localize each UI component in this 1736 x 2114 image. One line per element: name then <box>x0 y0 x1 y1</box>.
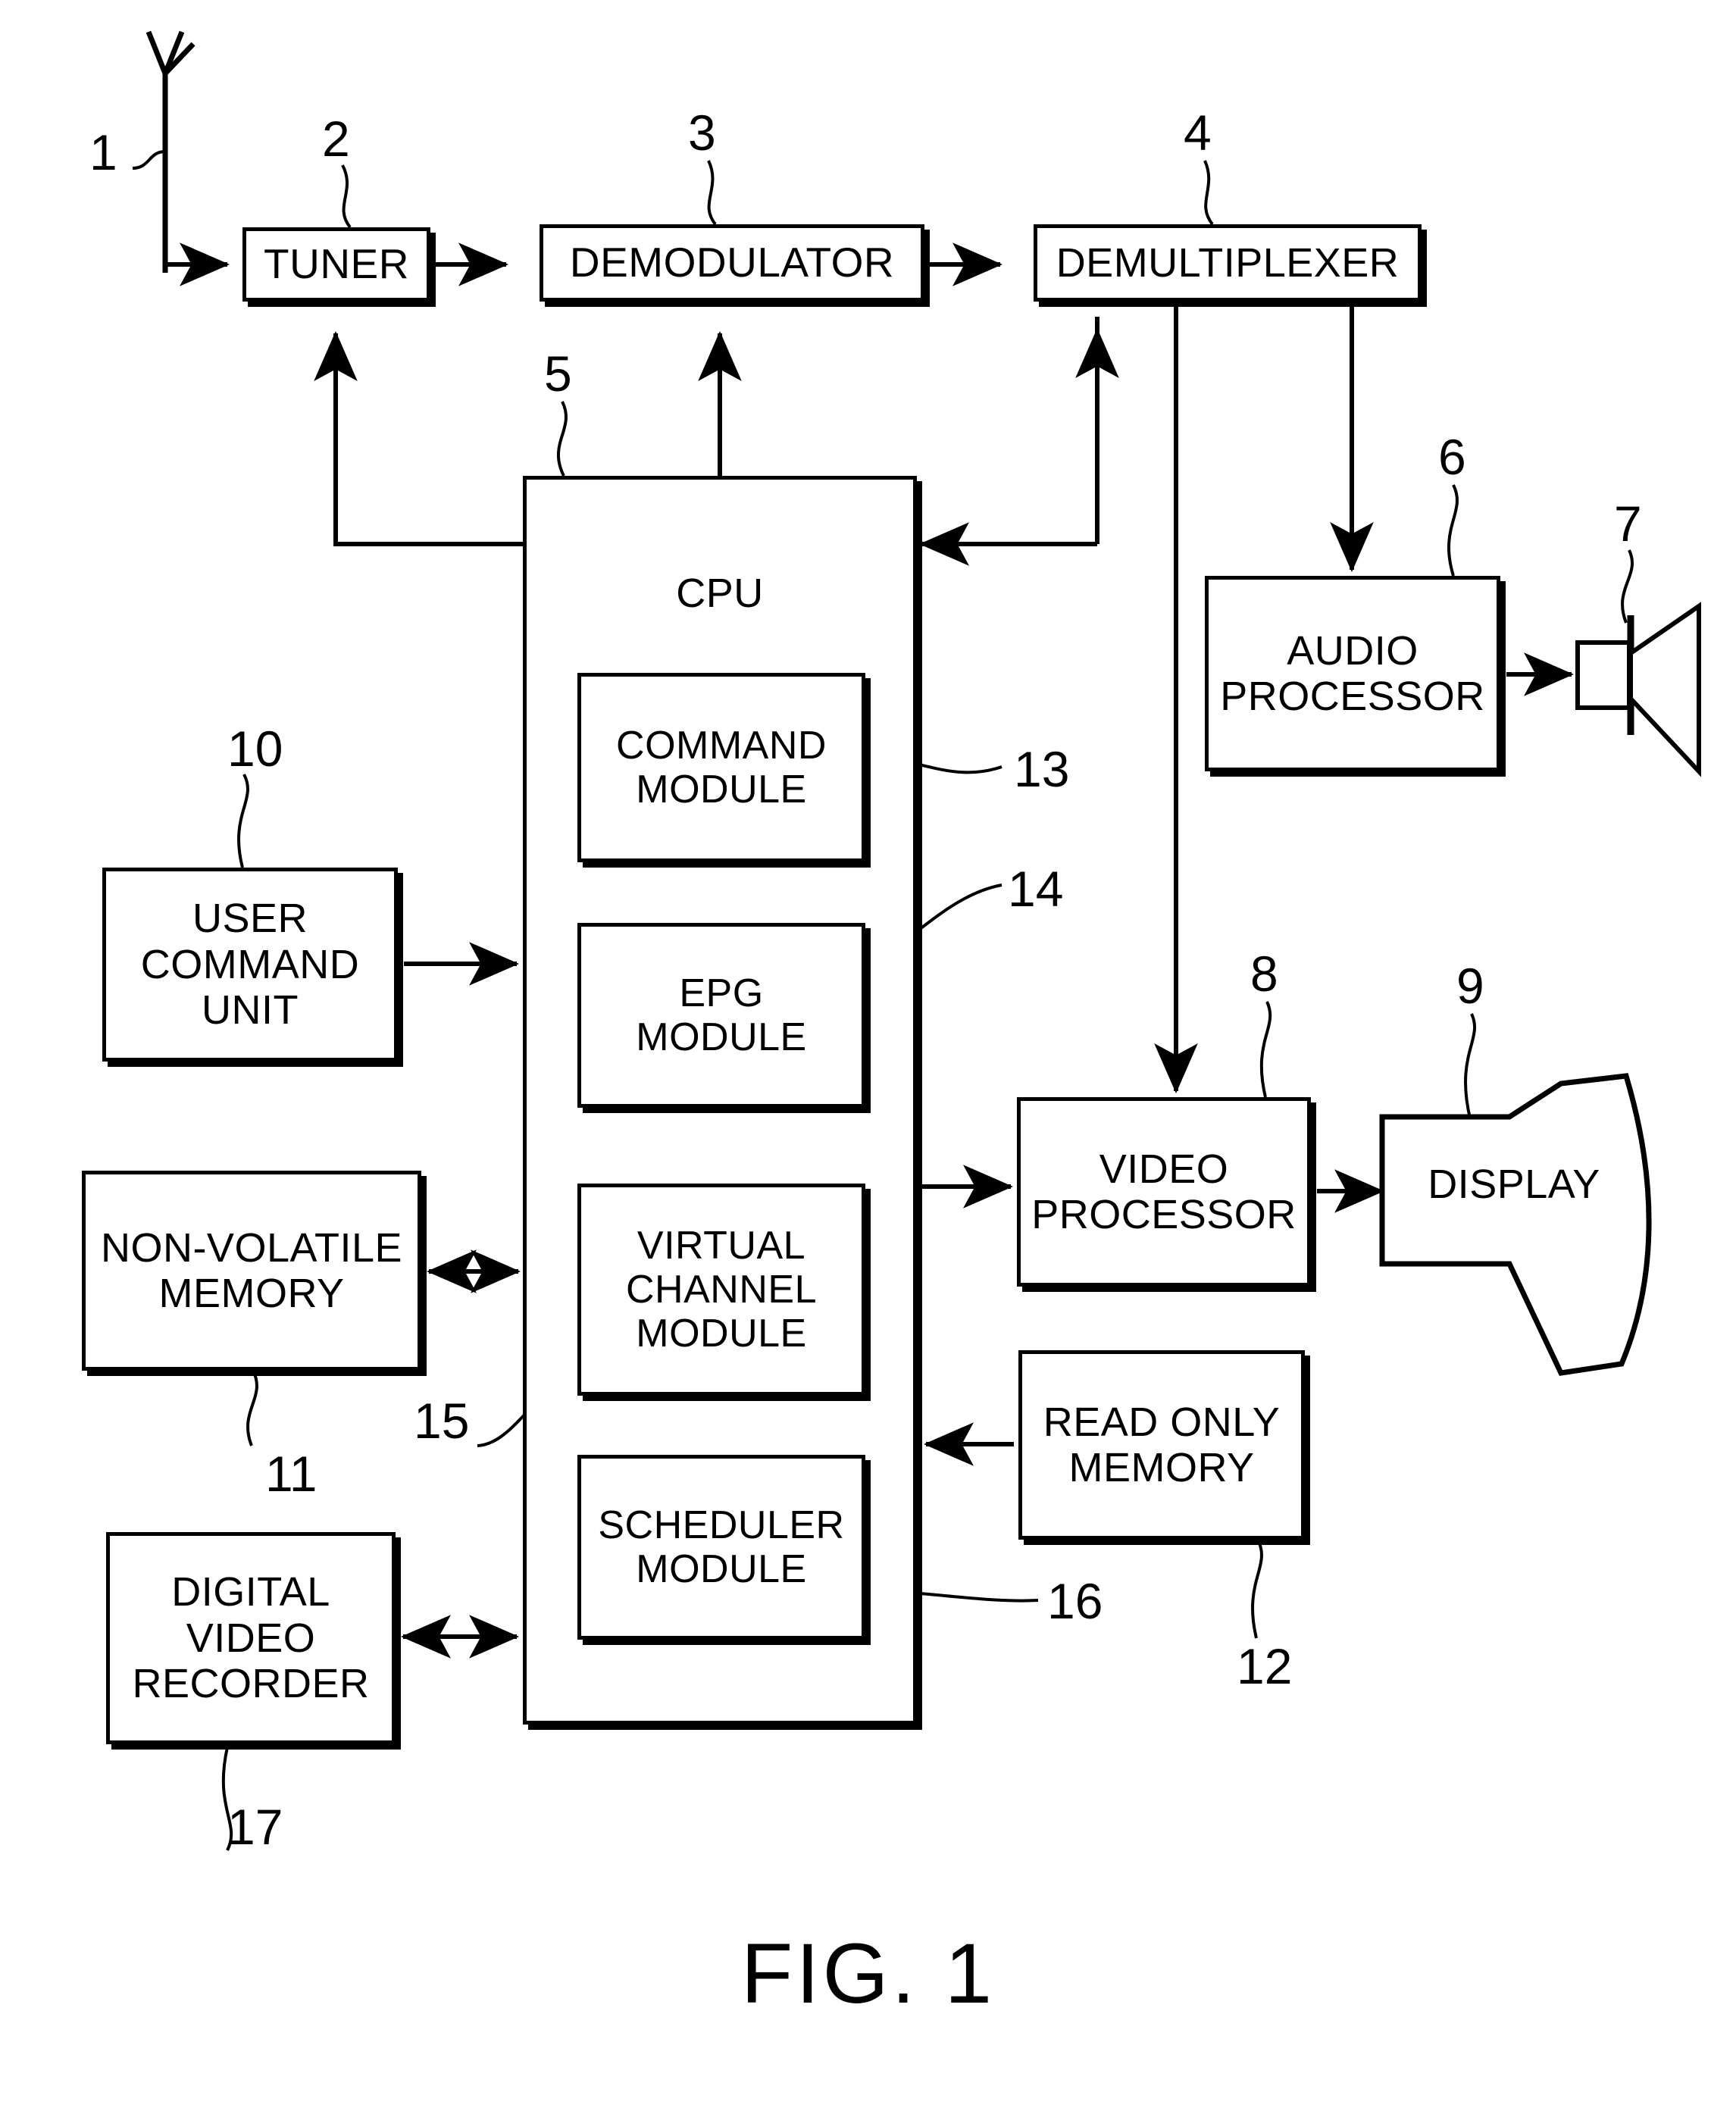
leader-9 <box>1464 1013 1476 1119</box>
block-user-command-unit-label: USER COMMAND UNIT <box>140 896 360 1034</box>
antenna-icon <box>145 30 195 273</box>
ref-numeral-8: 8 <box>1250 946 1278 1002</box>
ref-numeral-5: 5 <box>544 346 572 402</box>
leader-2 <box>341 164 352 229</box>
block-epg-module-label: EPG MODULE <box>636 971 807 1059</box>
block-virtual-channel-module-label: VIRTUAL CHANNEL MODULE <box>626 1223 817 1356</box>
leader-4 <box>1203 160 1214 226</box>
block-non-volatile-memory-label: NON-VOLATILE MEMORY <box>100 1224 403 1316</box>
ref-numeral-7: 7 <box>1614 496 1642 552</box>
ref-numeral-2: 2 <box>322 111 350 167</box>
leader-12 <box>1251 1539 1263 1639</box>
block-demultiplexer[interactable]: DEMULTIPLEXER <box>1034 224 1422 302</box>
patent-figure: TUNER DEMODULATOR DEMULTIPLEXER CPU COMM… <box>0 0 1736 2114</box>
block-command-module[interactable]: COMMAND MODULE <box>577 673 865 862</box>
speaker-icon <box>1575 602 1701 777</box>
link-cpu-tuner <box>314 331 523 546</box>
block-tuner-label: TUNER <box>264 240 409 288</box>
leader-5 <box>556 401 568 477</box>
block-tuner[interactable]: TUNER <box>242 227 430 302</box>
ref-numeral-11: 11 <box>265 1446 317 1502</box>
block-epg-module[interactable]: EPG MODULE <box>577 923 865 1108</box>
leader-6 <box>1447 484 1459 577</box>
ref-numeral-6: 6 <box>1438 429 1466 485</box>
block-cpu-label: CPU <box>676 571 764 616</box>
block-video-processor[interactable]: VIDEO PROCESSOR <box>1017 1097 1311 1287</box>
leader-8 <box>1259 1001 1272 1098</box>
ref-numeral-4: 4 <box>1184 105 1212 161</box>
block-digital-video-recorder-label: DIGITAL VIDEO RECORDER <box>132 1569 370 1707</box>
ref-numeral-10: 10 <box>227 721 283 777</box>
ref-numeral-9: 9 <box>1456 958 1484 1014</box>
block-scheduler-module-label: SCHEDULER MODULE <box>598 1503 845 1591</box>
ref-numeral-14: 14 <box>1008 861 1064 917</box>
leader-10 <box>237 774 249 868</box>
block-audio-processor-label: AUDIO PROCESSOR <box>1220 627 1485 719</box>
block-read-only-memory-label: READ ONLY MEMORY <box>1043 1399 1281 1490</box>
block-user-command-unit[interactable]: USER COMMAND UNIT <box>102 868 398 1062</box>
ref-numeral-17: 17 <box>227 1799 283 1855</box>
block-virtual-channel-module[interactable]: VIRTUAL CHANNEL MODULE <box>577 1184 865 1396</box>
figure-caption: FIG. 1 <box>740 1926 996 2021</box>
ref-numeral-12: 12 <box>1237 1638 1293 1694</box>
block-scheduler-module[interactable]: SCHEDULER MODULE <box>577 1455 865 1640</box>
block-demodulator[interactable]: DEMODULATOR <box>540 224 924 302</box>
block-digital-video-recorder[interactable]: DIGITAL VIDEO RECORDER <box>106 1532 396 1744</box>
block-demultiplexer-label: DEMULTIPLEXER <box>1056 239 1400 286</box>
block-command-module-label: COMMAND MODULE <box>616 723 827 812</box>
display-crt-icon <box>1379 1073 1652 1376</box>
ref-numeral-1: 1 <box>89 124 117 180</box>
block-display-label: DISPLAY <box>1428 1162 1600 1207</box>
ref-numeral-15: 15 <box>414 1393 470 1449</box>
ref-numeral-13: 13 <box>1014 741 1070 797</box>
block-read-only-memory[interactable]: READ ONLY MEMORY <box>1018 1350 1305 1540</box>
block-video-processor-label: VIDEO PROCESSOR <box>1031 1146 1297 1237</box>
block-audio-processor[interactable]: AUDIO PROCESSOR <box>1205 576 1500 771</box>
ref-numeral-3: 3 <box>688 105 716 161</box>
ref-numeral-16: 16 <box>1047 1573 1103 1629</box>
leader-11 <box>246 1370 258 1446</box>
leader-7 <box>1621 549 1634 624</box>
block-demodulator-label: DEMODULATOR <box>569 239 895 286</box>
block-non-volatile-memory[interactable]: NON-VOLATILE MEMORY <box>82 1171 421 1371</box>
leader-3 <box>707 160 717 226</box>
